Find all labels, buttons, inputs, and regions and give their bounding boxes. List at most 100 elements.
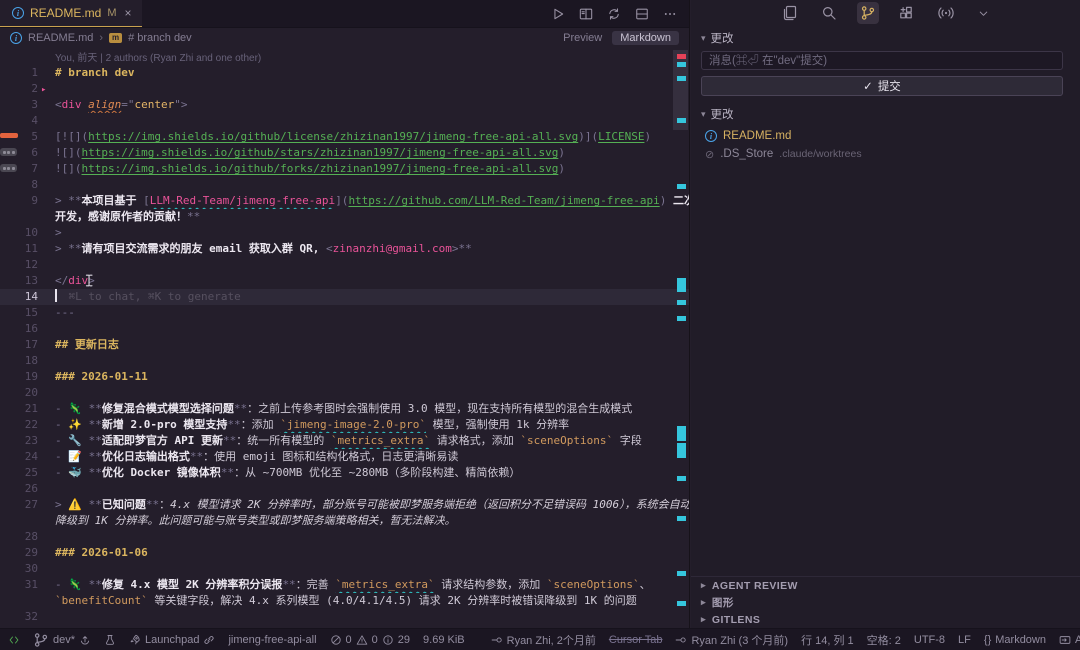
code-line-1[interactable]: 1# branch dev	[0, 65, 689, 81]
code-line-16[interactable]: 16	[0, 321, 689, 337]
git-branch[interactable]: dev*	[33, 632, 91, 648]
code-line-4[interactable]: 4	[0, 113, 689, 129]
encoding[interactable]: UTF-8	[914, 634, 945, 646]
more-actions-icon[interactable]	[663, 7, 677, 21]
code-line-18[interactable]: 18	[0, 353, 689, 369]
code-line-22[interactable]: 22- ✨ **新增 2.0-pro 模型支持**：添加 `jimeng-ima…	[0, 417, 689, 433]
remote-explorer-icon[interactable]	[935, 2, 957, 24]
code-text: ![](https://img.shields.io/github/stars/…	[55, 145, 671, 161]
ruler-mark	[677, 443, 686, 458]
breadcrumb: i README.md › m # branch dev Preview Mar…	[0, 28, 689, 48]
panel-agent-review[interactable]: ▸AGENT REVIEW	[691, 577, 1080, 594]
markdown-file-icon: i	[10, 32, 22, 44]
repo-name[interactable]: jimeng-free-api-all	[228, 634, 316, 646]
panel-图形[interactable]: ▸图形	[691, 594, 1080, 611]
code-line-24[interactable]: 24- 📝 **优化日志输出格式**：使用 emoji 图标和结构化格式，日志更…	[0, 449, 689, 465]
chevron-collapsed-icon: ▸	[701, 614, 706, 625]
changed-file-.DS_Store[interactable]: ⊘.DS_Store.claude/worktrees	[691, 145, 1080, 163]
scm-repo-section[interactable]: ▾ 更改	[691, 26, 1080, 49]
commit-message-input[interactable]	[701, 51, 1063, 70]
indentation[interactable]: 空格: 2	[867, 632, 901, 648]
overview-ruler[interactable]	[672, 48, 689, 628]
code-line-12[interactable]: 12	[0, 257, 689, 273]
code-line-2[interactable]: 2▸	[0, 81, 689, 97]
markdown-mode-badge[interactable]: Markdown	[612, 31, 679, 45]
split-editor-icon[interactable]	[635, 7, 649, 21]
code-lines: 1# branch dev2▸3<div align="center">45[!…	[0, 65, 689, 628]
blame-file[interactable]: Ryan Zhi (3 个月前)	[675, 632, 788, 648]
code-line-17[interactable]: 17## 更新日志	[0, 337, 689, 353]
changed-file-README.md[interactable]: iREADME.md	[691, 127, 1080, 145]
indentation-label: 空格: 2	[867, 632, 901, 648]
code-line-26[interactable]: 26	[0, 481, 689, 497]
close-tab-icon[interactable]: ×	[125, 6, 132, 20]
code-line-27-wrap[interactable]: 降级到 1K 分辨率。此问题可能与账号类型或即梦服务端策略相关，暂无法解决。	[0, 513, 689, 529]
code-line-13[interactable]: 13</div>	[0, 273, 689, 289]
code-line-32[interactable]: 32	[0, 609, 689, 625]
breadcrumb-file[interactable]: README.md	[28, 32, 93, 44]
files-icon[interactable]	[779, 2, 801, 24]
remote-indicator[interactable]	[8, 634, 20, 646]
code-line-20[interactable]: 20	[0, 385, 689, 401]
code-line-8[interactable]: 8	[0, 177, 689, 193]
file-size[interactable]: 9.69 KiB	[423, 634, 465, 646]
code-line-11[interactable]: 11> **请有项目交流需求的朋友 email 获取入群 QR, <zinanz…	[0, 241, 689, 257]
eol[interactable]: LF	[958, 634, 971, 646]
code-text: 降级到 1K 分辨率。此问题可能与账号类型或即梦服务端策略相关，暂无法解决。	[55, 513, 671, 529]
source-control-icon[interactable]	[857, 2, 879, 24]
run-icon[interactable]	[551, 7, 565, 21]
chevron-down-icon[interactable]	[974, 4, 993, 23]
code-text: # branch dev	[55, 65, 671, 81]
ruler-mark	[677, 76, 686, 81]
code-line-29[interactable]: 29### 2026-01-06	[0, 545, 689, 561]
lab-button[interactable]	[104, 634, 116, 646]
code-line-3[interactable]: 3<div align="center">	[0, 97, 689, 113]
code-line-25[interactable]: 25- 🐳 **优化 Docker 镜像体积**：从 ~700MB 优化至 ~2…	[0, 465, 689, 481]
panel-gitlens[interactable]: ▸GITLENS	[691, 611, 1080, 628]
search-icon[interactable]	[818, 2, 840, 24]
problems[interactable]: 0029	[330, 634, 411, 646]
cursor-position[interactable]: 行 14, 列 1	[801, 632, 854, 648]
language-mode[interactable]: {}Markdown	[984, 634, 1046, 646]
line-number: 13	[0, 273, 38, 289]
git-blame-lens[interactable]: You, 前天 | 2 authors (Ryan Zhi and one ot…	[0, 52, 689, 65]
line-number: 3	[0, 97, 38, 113]
code-line-19[interactable]: 19### 2026-01-11	[0, 369, 689, 385]
open-changes-icon[interactable]	[607, 7, 621, 21]
code-line-15[interactable]: 15---	[0, 305, 689, 321]
open-preview-icon[interactable]	[579, 7, 593, 21]
cursor-window: i README.md M × i README.md › m # branch…	[0, 0, 1080, 650]
code-line-10[interactable]: 10>	[0, 225, 689, 241]
modified-badge: M	[107, 7, 116, 19]
link-icon	[203, 634, 215, 646]
code-line-30[interactable]: 30	[0, 561, 689, 577]
code-text: - 🦎 **修复 4.x 模型 2K 分辨率积分误报**：完善 `metrics…	[55, 577, 671, 593]
preview-toggle-button[interactable]: Preview	[563, 32, 602, 44]
autocomplete-status[interactable]: Autocomplete	[1059, 634, 1080, 646]
line-number: 17	[0, 337, 38, 353]
code-line-28[interactable]: 28	[0, 529, 689, 545]
changes-section-header[interactable]: ▾ 更改	[691, 102, 1080, 125]
code-line-23[interactable]: 23- 🔧 **适配即梦官方 API 更新**：统一所有模型的 `metrics…	[0, 433, 689, 449]
commit-button[interactable]: ✓ 提交	[701, 76, 1063, 96]
tab-readme[interactable]: i README.md M ×	[0, 0, 142, 27]
cursor-tab-toggle[interactable]: Cursor Tab	[609, 634, 663, 646]
code-line-6[interactable]: 6![](https://img.shields.io/github/stars…	[0, 145, 689, 161]
markdown-symbol-icon: m	[109, 33, 122, 43]
code-line-31-wrap[interactable]: `benefitCount` 等关键字段，解决 4.x 系列模型 (4.0/4.…	[0, 593, 689, 609]
launchpad-button-label: Launchpad	[145, 634, 199, 646]
launchpad-button[interactable]: Launchpad	[129, 634, 215, 646]
code-line-9[interactable]: 9> **本项目基于 [LLM-Red-Team/jimeng-free-api…	[0, 193, 689, 209]
code-line-9-wrap[interactable]: 开发，感谢原作者的贡献！**	[0, 209, 689, 225]
warning-icon	[356, 634, 368, 646]
breadcrumb-symbol[interactable]: # branch dev	[128, 32, 192, 44]
extensions-icon[interactable]	[896, 2, 918, 24]
code-line-27[interactable]: 27> ⚠️ **已知问题**：4.x 模型请求 2K 分辨率时，部分账号可能被…	[0, 497, 689, 513]
code-line-7[interactable]: 7![](https://img.shields.io/github/forks…	[0, 161, 689, 177]
code-editor[interactable]: You, 前天 | 2 authors (Ryan Zhi and one ot…	[0, 48, 689, 628]
blame-current-line[interactable]: Ryan Zhi, 2个月前	[491, 632, 596, 648]
code-line-14[interactable]: 14⌘L to chat, ⌘K to generate	[0, 289, 689, 305]
code-line-21[interactable]: 21- 🦎 **修复混合模式模型选择问题**：之前上传参考图时会强制使用 3.0…	[0, 401, 689, 417]
code-line-31[interactable]: 31- 🦎 **修复 4.x 模型 2K 分辨率积分误报**：完善 `metri…	[0, 577, 689, 593]
code-line-5[interactable]: 5[![](https://img.shields.io/github/lice…	[0, 129, 689, 145]
